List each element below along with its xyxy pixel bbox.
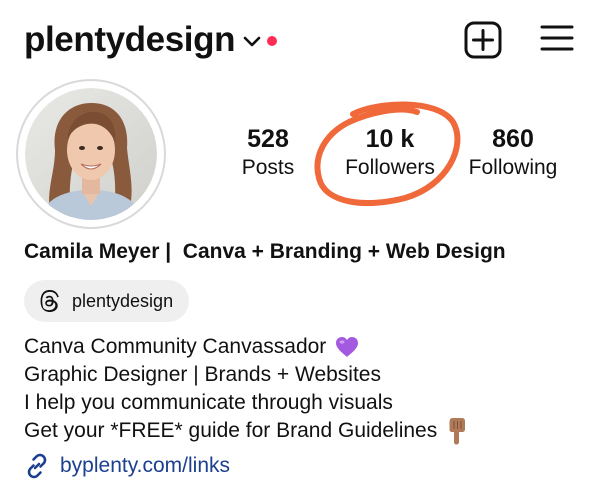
posts-label: Posts <box>241 156 295 179</box>
username-switcher[interactable]: plentydesign <box>24 16 278 64</box>
following-count: 860 <box>492 125 534 153</box>
bio-text: Canva Community Canvassador <box>24 335 327 358</box>
chevron-down-icon <box>243 36 261 47</box>
threads-handle: plentydesign <box>72 290 174 311</box>
followers-label: Followers <box>345 156 435 179</box>
bio-text: Get your *FREE* guide for Brand Guidelin… <box>24 419 438 442</box>
posts-count: 528 <box>247 125 289 153</box>
bio-line: Graphic Designer | Brands + Websites <box>24 361 381 389</box>
bio-text: Graphic Designer | Brands + Websites <box>24 363 381 386</box>
profile-username: plentydesign <box>24 20 236 59</box>
following-label: Following <box>468 156 558 179</box>
pointing-down-icon <box>449 418 466 445</box>
hamburger-menu-icon[interactable] <box>540 23 574 53</box>
profile-avatar[interactable] <box>16 79 166 229</box>
threads-badge[interactable]: plentydesign <box>24 280 190 322</box>
profile-link[interactable]: byplenty.com/links <box>24 451 230 481</box>
following-stat[interactable]: 860 Following <box>458 124 568 182</box>
link-icon <box>27 453 47 479</box>
new-post-button[interactable] <box>464 21 502 59</box>
threads-icon <box>40 290 59 312</box>
followers-count: 10 k <box>365 125 415 153</box>
link-text: byplenty.com/links <box>60 454 231 477</box>
notification-dot <box>267 36 278 46</box>
bio-line: Canva Community Canvassador <box>24 333 360 361</box>
avatar-photo <box>25 88 157 220</box>
bio-line: Get your *FREE* guide for Brand Guidelin… <box>24 417 469 445</box>
profile-name: Camila Meyer | Canva + Branding + Web De… <box>24 240 506 263</box>
bio-text: I help you communicate through visuals <box>24 391 393 414</box>
purple-heart-icon <box>336 337 359 357</box>
posts-stat[interactable]: 528 Posts <box>228 124 308 182</box>
followers-stat[interactable]: 10 k Followers <box>330 124 450 182</box>
bio-line: I help you communicate through visuals <box>24 389 393 417</box>
